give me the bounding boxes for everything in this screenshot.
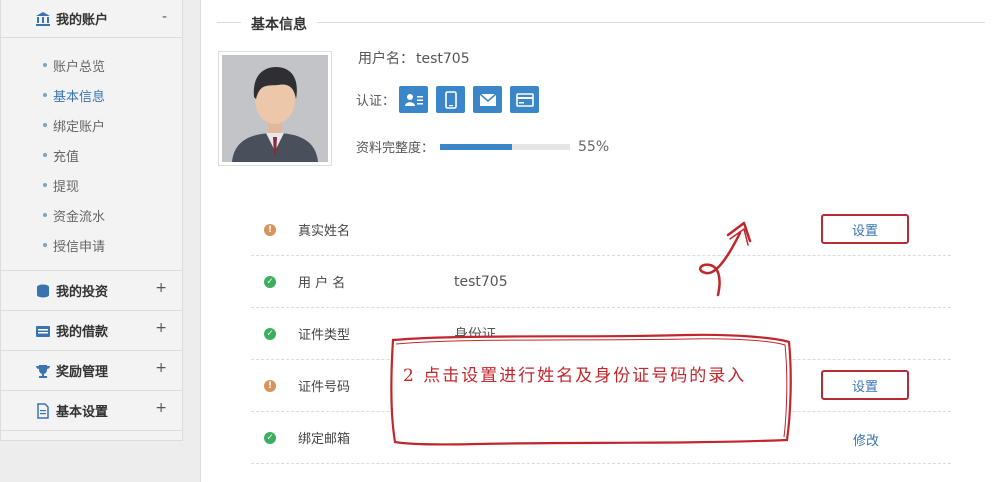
trophy-icon [35,363,51,379]
expand-toggle[interactable]: + [155,400,167,416]
page-title: 基本信息 [241,14,317,34]
check-icon: ✓ [264,431,276,444]
sidebar-item-label: 基本信息 [53,89,106,105]
auth-line: 认证： [356,86,547,113]
row-label: 真实姓名 [298,224,351,239]
bullet-icon [43,243,47,247]
annotation-text: 2 点击设置进行姓名及身份证号码的录入 [403,366,747,386]
sidebar: 我的账户 - 账户总览 基本信息 绑定账户 充值 提现 资金流水 授信申请 我的… [0,0,183,441]
bullet-icon [43,93,47,97]
document-icon [35,402,51,419]
row-value: test705 [454,273,508,290]
sidebar-item-label: 绑定账户 [53,119,106,135]
completeness-percent: 55% [578,138,610,155]
sidebar-item-recharge[interactable]: 充值 [1,140,182,170]
sidebar-item-withdraw[interactable]: 提现 [1,170,182,200]
bullet-icon [43,153,47,157]
sidebar-section-basic-settings[interactable]: 基本设置 + [1,391,182,431]
section-header: 基本信息 [217,14,985,34]
warning-icon: ! [264,223,276,236]
bank-card-icon[interactable] [510,86,540,113]
completeness-progress-bar [440,143,571,150]
sidebar-item-overview[interactable]: 账户总览 [1,50,182,80]
id-card-icon[interactable] [399,86,429,113]
check-icon: ✓ [264,327,276,340]
sidebar-item-label: 账户总览 [53,59,106,75]
sidebar-section-my-investment[interactable]: 我的投资 + [1,271,182,311]
sidebar-item-credit-apply[interactable]: 授信申请 [1,230,182,260]
avatar[interactable] [218,51,332,166]
phone-icon[interactable] [436,86,466,113]
sidebar-item-label: 授信申请 [53,239,106,255]
account-submenu: 账户总览 基本信息 绑定账户 充值 提现 资金流水 授信申请 [1,38,182,271]
annotation-callout [390,333,792,446]
username-line: 用户名： test705 [356,48,470,68]
bullet-icon [43,213,47,217]
auth-badges [399,86,547,113]
sidebar-section-label: 我的账户 [56,13,109,28]
avatar-image [222,55,328,162]
expand-toggle[interactable]: + [155,320,167,336]
sidebar-section-label: 我的借款 [56,325,109,340]
info-row-username: ✓ 用 户 名 test705 [251,256,951,308]
expand-toggle[interactable]: + [155,360,167,376]
sidebar-section-my-loan[interactable]: 我的借款 + [1,311,182,351]
auth-label: 认证： [356,94,396,109]
bullet-icon [43,123,47,127]
sidebar-section-label: 奖励管理 [56,365,109,380]
annotation-arrow-icon [699,221,752,297]
warning-icon: ! [264,379,276,392]
card-icon [35,323,51,339]
sidebar-section-label: 我的投资 [56,285,109,300]
sidebar-item-label: 充值 [53,149,80,165]
sidebar-item-label: 资金流水 [53,209,106,225]
username-value: test705 [416,51,470,67]
expand-toggle[interactable]: + [155,280,167,296]
sidebar-item-basic-info[interactable]: 基本信息 [1,80,182,110]
row-label: 用 户 名 [298,276,346,291]
sidebar-item-bind-account[interactable]: 绑定账户 [1,110,182,140]
completeness-line: 资料完整度： 55% [356,137,610,157]
collapse-toggle[interactable]: - [162,9,167,25]
completeness-label: 资料完整度： [356,141,435,156]
bullet-icon [43,183,47,187]
sidebar-item-fund-flow[interactable]: 资金流水 [1,200,182,230]
email-icon[interactable] [473,86,503,113]
sidebar-section-my-account[interactable]: 我的账户 - [1,0,182,38]
sidebar-item-label: 提现 [53,179,80,195]
check-icon: ✓ [264,275,276,288]
bank-icon [35,11,51,27]
set-id-number-button[interactable]: 设置 [821,370,909,400]
coins-icon [35,283,51,299]
bullet-icon [43,63,47,67]
sidebar-section-label: 基本设置 [56,405,109,420]
sidebar-section-rewards[interactable]: 奖励管理 + [1,351,182,391]
progress-fill [440,143,512,150]
divider [217,22,985,23]
username-label: 用户名： [358,51,414,67]
modify-email-link[interactable]: 修改 [853,430,879,449]
set-real-name-button[interactable]: 设置 [821,214,909,244]
